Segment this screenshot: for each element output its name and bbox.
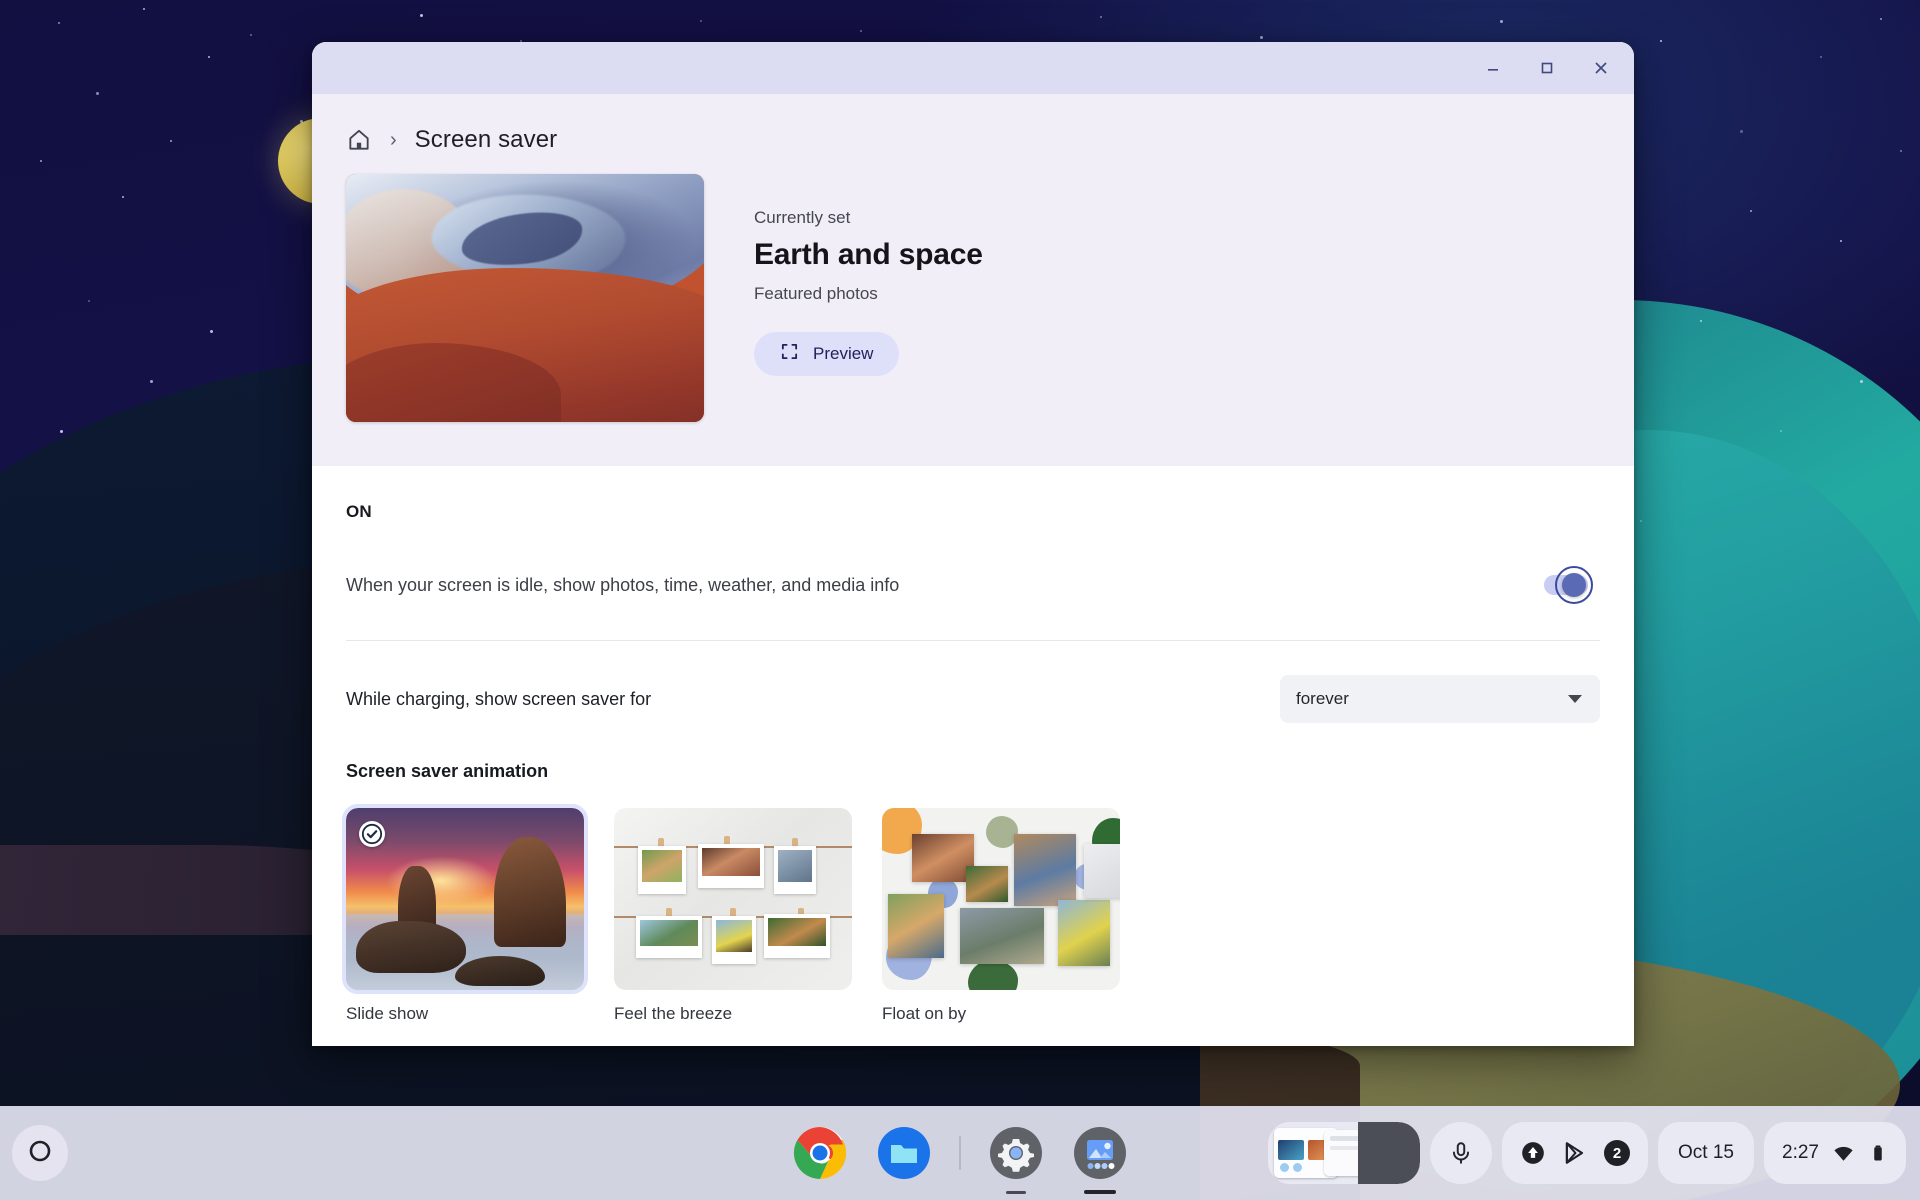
animation-options-grid: Slide show Feel the breeze Float on by: [342, 804, 1600, 1024]
wifi-icon: [1834, 1146, 1853, 1161]
system-tray[interactable]: 2: [1502, 1122, 1649, 1184]
currently-set-label: Currently set: [754, 208, 851, 227]
enable-screensaver-row: When your screen is idle, show photos, t…: [346, 562, 1600, 641]
minimize-icon: [1488, 69, 1498, 71]
shelf-app-icons: [791, 1124, 1129, 1194]
play-store-icon: [1565, 1142, 1584, 1164]
screensaver-toggle[interactable]: [1536, 562, 1594, 608]
running-indicator: [1006, 1191, 1026, 1194]
shelf-app-files[interactable]: [875, 1124, 933, 1182]
battery-icon: [1874, 1145, 1882, 1161]
selected-check-icon: [359, 821, 385, 847]
charging-duration-label: While charging, show screen saver for: [346, 688, 652, 709]
screensaver-animation-section: Screen saver animation Slide show Feel t…: [342, 753, 1600, 1024]
animation-section-title: Screen saver animation: [346, 761, 549, 781]
page-title: Screen saver: [414, 126, 558, 153]
status-tray-button[interactable]: 2:27: [1764, 1122, 1906, 1184]
shelf-status-area: 2 Oct 15 2:27: [1268, 1122, 1906, 1184]
window-titlebar[interactable]: [312, 42, 1634, 94]
shelf-separator: [959, 1136, 961, 1170]
animation-option-label: Slide show: [346, 1004, 429, 1023]
running-indicator: [1084, 1190, 1116, 1194]
maximize-icon: [1541, 62, 1553, 74]
settings-body: ON When your screen is idle, show photos…: [312, 466, 1634, 1046]
page-header: › Screen saver Currently set Earth and s…: [312, 94, 1634, 466]
notification-count-badge: 2: [1604, 1140, 1631, 1166]
feel-the-breeze-thumbnail[interactable]: [614, 808, 852, 990]
window-preview-button[interactable]: [1268, 1122, 1421, 1184]
enable-screensaver-section: ON When your screen is idle, show photos…: [346, 466, 1600, 641]
shelf: 2 Oct 15 2:27: [0, 1106, 1920, 1200]
float-on-by-thumbnail[interactable]: [882, 808, 1120, 990]
screensaver-status: ON: [346, 502, 372, 521]
current-screensaver-thumbnail: [346, 174, 704, 422]
charging-duration-value: forever: [1296, 689, 1349, 708]
chevron-down-icon: [1568, 695, 1582, 703]
close-icon: [1595, 62, 1607, 74]
charging-duration-select[interactable]: forever: [1280, 675, 1600, 723]
animation-option-float-on-by[interactable]: Float on by: [882, 808, 1120, 1024]
current-screensaver-source: Featured photos: [754, 284, 878, 303]
animation-option-label: Float on by: [882, 1004, 967, 1023]
shelf-date: Oct 15: [1678, 1142, 1735, 1163]
shelf-app-personalization[interactable]: [1071, 1124, 1129, 1194]
charging-duration-row: While charging, show screen saver for fo…: [346, 641, 1600, 753]
animation-option-slide-show[interactable]: Slide show: [342, 804, 588, 1024]
enable-screensaver-description: When your screen is idle, show photos, t…: [346, 574, 900, 595]
toggle-knob: [1562, 573, 1586, 597]
shelf-app-chrome[interactable]: [791, 1124, 849, 1182]
gear-icon: [990, 1127, 1042, 1179]
home-icon[interactable]: [346, 127, 372, 153]
slide-show-thumbnail[interactable]: [342, 804, 588, 994]
settings-window: › Screen saver Currently set Earth and s…: [312, 42, 1634, 1046]
dictation-button[interactable]: [1430, 1122, 1493, 1184]
date-button[interactable]: Oct 15: [1658, 1122, 1755, 1184]
wallpaper-icon: [1074, 1127, 1126, 1179]
breadcrumb-separator: ›: [390, 129, 397, 151]
shelf-time: 2:27: [1782, 1142, 1819, 1163]
close-button[interactable]: [1574, 42, 1628, 94]
minimize-button[interactable]: [1466, 42, 1520, 94]
animation-option-label: Feel the breeze: [614, 1004, 733, 1023]
window-preview-thumbnail: [1268, 1122, 1421, 1184]
system-update-icon: [1522, 1142, 1544, 1164]
breadcrumb: › Screen saver: [312, 94, 1634, 158]
preview-button[interactable]: Preview: [754, 332, 900, 376]
currently-set-section: Currently set Earth and space Featured p…: [312, 158, 1634, 466]
launcher-circle-icon: [27, 1138, 53, 1169]
chrome-icon: [793, 1126, 847, 1180]
animation-option-feel-the-breeze[interactable]: Feel the breeze: [614, 808, 852, 1024]
maximize-button[interactable]: [1520, 42, 1574, 94]
current-screensaver-name: Earth and space: [754, 238, 983, 271]
microphone-icon: [1453, 1142, 1470, 1164]
files-folder-icon: [878, 1127, 930, 1179]
shelf-app-settings[interactable]: [987, 1124, 1045, 1194]
launcher-button[interactable]: [12, 1125, 68, 1181]
fullscreen-icon: [780, 342, 799, 366]
preview-button-label: Preview: [813, 344, 874, 363]
